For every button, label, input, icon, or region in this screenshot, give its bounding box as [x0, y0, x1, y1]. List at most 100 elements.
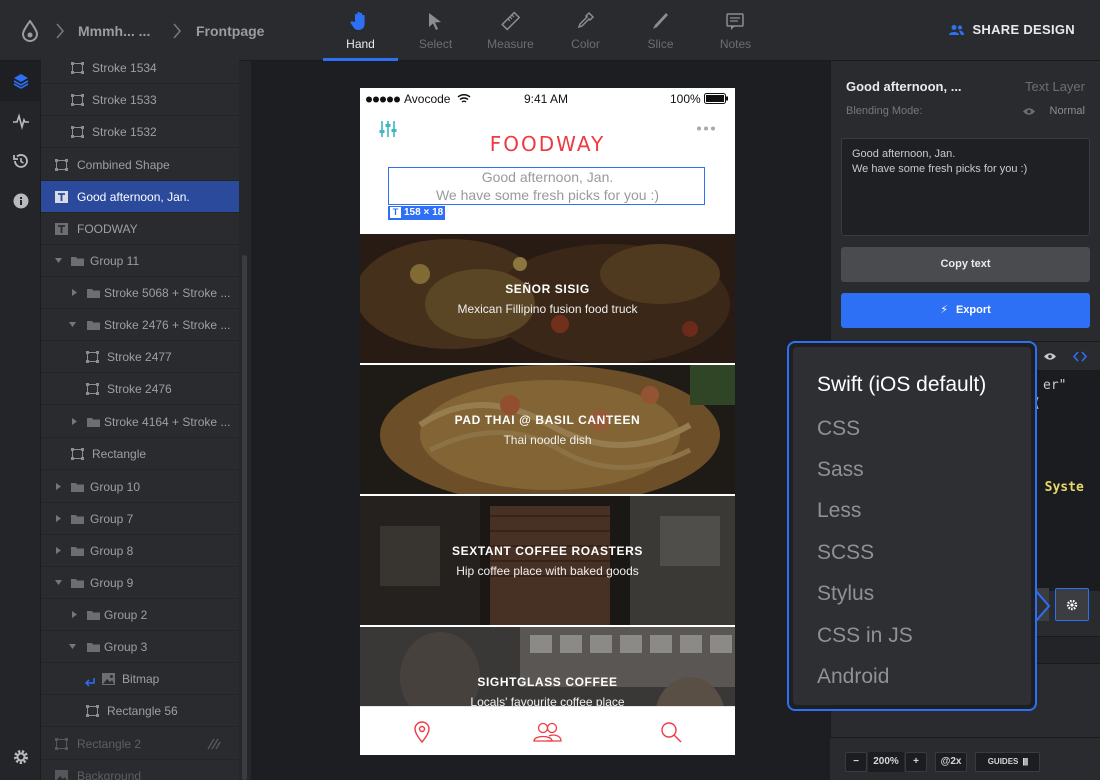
caret-right-icon[interactable] — [55, 515, 62, 522]
layer-item[interactable]: Group 10 — [41, 471, 239, 503]
caret-right-icon[interactable] — [71, 418, 78, 425]
layer-item[interactable]: Stroke 1533 — [41, 84, 239, 116]
knife-icon — [653, 13, 668, 29]
layer-item[interactable]: Rectangle 56 — [41, 695, 239, 727]
eye-icon[interactable] — [1043, 352, 1057, 361]
tool-select[interactable]: Select — [398, 0, 473, 61]
phone-artboard[interactable]: Avocode 9:41 AM 100% FOODWAY Good aftern… — [360, 88, 735, 755]
rail-settings-button[interactable] — [0, 737, 41, 777]
layer-item[interactable]: Stroke 5068 + Stroke ... — [41, 277, 239, 309]
zoom-level[interactable]: 200% — [868, 752, 904, 772]
tool-slice[interactable]: Slice — [623, 0, 698, 61]
language-option[interactable]: Sass — [817, 458, 864, 482]
layer-item[interactable]: Stroke 4164 + Stroke ... — [41, 406, 239, 438]
language-option[interactable]: SCSS — [817, 541, 874, 565]
layer-label: Background — [77, 769, 142, 780]
language-option[interactable]: CSS in JS — [817, 624, 913, 648]
caret-down-icon[interactable] — [55, 579, 62, 586]
caret-down-icon[interactable] — [55, 257, 62, 264]
chat-icon — [726, 13, 744, 30]
hidden-eye-icon[interactable] — [207, 738, 221, 750]
card-title: PAD THAI @ BASIL CANTEEN — [454, 413, 641, 427]
layer-item[interactable]: Stroke 2476 + Stroke ... — [41, 309, 239, 341]
layer-item[interactable]: Stroke 2476 — [41, 373, 239, 405]
layer-item-hidden[interactable]: Rectangle 2 — [41, 728, 239, 760]
layer-item[interactable]: Group 3 — [41, 631, 239, 663]
blending-mode-value[interactable]: Normal — [1050, 105, 1085, 117]
more-dots-icon[interactable] — [696, 126, 716, 131]
tool-color[interactable]: Color — [548, 0, 623, 61]
rail-info-button[interactable] — [0, 181, 41, 221]
text-content-box[interactable]: Good afternoon, Jan. We have some fresh … — [841, 138, 1090, 236]
language-option-selected[interactable]: Swift (iOS default) — [817, 373, 986, 397]
layer-label: Rectangle 56 — [107, 704, 178, 718]
caret-down-icon[interactable] — [69, 643, 76, 650]
layer-item[interactable]: FOODWAY — [41, 213, 239, 245]
guides-toggle[interactable]: GUIDES |||| — [975, 752, 1040, 772]
code-settings-button[interactable] — [1055, 588, 1089, 621]
layer-item[interactable]: Group 11 — [41, 245, 239, 277]
language-option[interactable]: Stylus — [817, 582, 874, 606]
rail-activity-button[interactable] — [0, 101, 41, 141]
shape-layer-icon — [55, 738, 68, 750]
layer-item[interactable]: Group 2 — [41, 599, 239, 631]
layer-item[interactable]: Group 7 — [41, 503, 239, 535]
layers-scrollbar-thumb[interactable] — [242, 255, 247, 780]
caret-down-icon[interactable] — [69, 321, 76, 328]
layer-item[interactable]: Background — [41, 760, 239, 780]
layer-item[interactable]: Combined Shape — [41, 149, 239, 181]
location-pin-icon[interactable] — [414, 721, 430, 743]
eye-icon[interactable] — [1022, 107, 1036, 116]
layer-item[interactable]: Stroke 2477 — [41, 341, 239, 373]
layer-item[interactable]: Group 8 — [41, 535, 239, 567]
rail-history-button[interactable] — [0, 141, 41, 181]
layer-item[interactable]: Rectangle — [41, 438, 239, 470]
phone-tab-bar — [360, 706, 735, 755]
tool-label: Color — [571, 37, 600, 51]
tool-hand[interactable]: Hand — [323, 0, 398, 61]
layer-item[interactable]: Stroke 1534 — [41, 52, 239, 84]
chevron-right-icon — [56, 23, 65, 39]
shape-layer-icon — [71, 62, 84, 74]
shape-layer-icon — [86, 351, 99, 363]
people-icon[interactable] — [533, 722, 562, 742]
export-button[interactable]: ⚡ Export — [841, 293, 1090, 328]
copy-text-button[interactable]: Copy text — [841, 247, 1090, 282]
code-brackets-icon[interactable] — [1073, 351, 1087, 362]
density-toggle[interactable]: @2x — [935, 752, 967, 772]
caret-right-icon[interactable] — [71, 289, 78, 296]
share-design-button[interactable]: SHARE DESIGN — [949, 22, 1075, 37]
zoom-out-button[interactable]: − — [845, 752, 867, 772]
selection-size-value: 158 × 18 — [404, 207, 444, 218]
selection-size-badge: T 158 × 18 — [388, 206, 446, 220]
caret-right-icon[interactable] — [71, 611, 78, 618]
carrier-label: Avocode — [404, 92, 451, 106]
tool-notes[interactable]: Notes — [698, 0, 773, 61]
zoom-in-button[interactable]: + — [905, 752, 927, 772]
restaurant-card[interactable]: SEXTANT COFFEE ROASTERS Hip coffee place… — [360, 496, 735, 625]
layer-item[interactable]: Group 9 — [41, 567, 239, 599]
breadcrumb-project[interactable]: Mmmh... ... — [78, 23, 150, 39]
breadcrumb-page[interactable]: Frontpage — [196, 23, 264, 39]
left-rail — [0, 61, 41, 780]
language-option[interactable]: CSS — [817, 417, 860, 441]
share-label: SHARE DESIGN — [972, 22, 1075, 37]
language-option[interactable]: Android — [817, 665, 889, 689]
rail-layers-button[interactable] — [0, 61, 41, 101]
tool-measure[interactable]: Measure — [473, 0, 548, 61]
language-option[interactable]: Less — [817, 499, 861, 523]
shape-layer-icon — [71, 126, 84, 138]
caret-right-icon[interactable] — [55, 483, 62, 490]
avocode-logo-icon[interactable] — [14, 16, 46, 46]
code-language-list: Swift (iOS default) CSS Sass Less SCSS S… — [793, 347, 1031, 705]
caret-right-icon[interactable] — [55, 547, 62, 554]
restaurant-card[interactable]: PAD THAI @ BASIL CANTEEN Thai noodle dis… — [360, 365, 735, 494]
code-fragment: e Syste — [1029, 480, 1084, 495]
layer-item[interactable]: Stroke 1532 — [41, 116, 239, 148]
layer-item[interactable]: Bitmap — [41, 663, 239, 695]
card-subtitle: Thai noodle dish — [503, 433, 592, 447]
restaurant-card[interactable]: SEÑOR SISIG Mexican Fillipino fusion foo… — [360, 234, 735, 363]
layer-label: Stroke 1533 — [92, 93, 157, 107]
layer-item-selected[interactable]: Good afternoon, Jan. — [41, 181, 239, 213]
search-icon[interactable] — [660, 721, 682, 743]
